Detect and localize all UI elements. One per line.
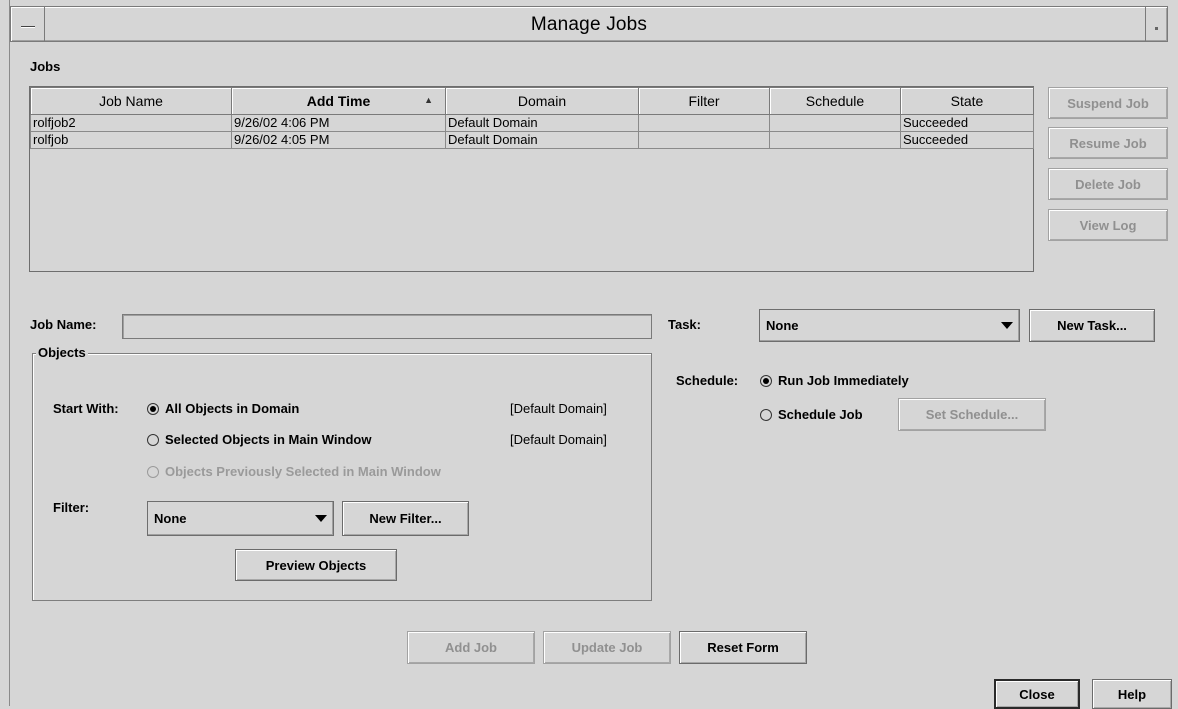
radio-run-immediately[interactable]: Run Job Immediately bbox=[760, 373, 909, 388]
cell-filter bbox=[638, 114, 770, 132]
task-selected-value: None bbox=[766, 318, 799, 333]
filter-label: Filter: bbox=[53, 500, 90, 515]
task-label: Task: bbox=[668, 317, 701, 332]
cell-add-time: 9/26/02 4:05 PM bbox=[231, 131, 446, 149]
filter-dropdown[interactable]: None bbox=[147, 501, 334, 536]
preview-objects-button[interactable]: Preview Objects bbox=[235, 549, 397, 581]
help-button[interactable]: Help bbox=[1092, 679, 1172, 709]
cell-state: Succeeded bbox=[900, 131, 1034, 149]
radio-schedule-job-label: Schedule Job bbox=[778, 407, 863, 422]
radio-schedule-job[interactable]: Schedule Job bbox=[760, 407, 863, 422]
maximize-icon bbox=[1155, 27, 1158, 30]
jobs-section-label: Jobs bbox=[30, 59, 61, 74]
radio-selected-objects[interactable]: Selected Objects in Main Window bbox=[147, 432, 371, 447]
radio-selected-objects-label: Selected Objects in Main Window bbox=[165, 432, 372, 447]
chevron-down-icon bbox=[1001, 321, 1013, 329]
title-bar[interactable]: Manage Jobs bbox=[10, 6, 1168, 42]
objects-group-label: Objects bbox=[36, 345, 88, 360]
column-header-filter[interactable]: Filter bbox=[638, 87, 770, 115]
resume-job-button[interactable]: Resume Job bbox=[1048, 127, 1168, 159]
cell-state: Succeeded bbox=[900, 114, 1034, 132]
cell-domain: Default Domain bbox=[445, 131, 639, 149]
cell-add-time: 9/26/02 4:06 PM bbox=[231, 114, 446, 132]
radio-previously-selected[interactable]: Objects Previously Selected in Main Wind… bbox=[147, 464, 441, 479]
table-row[interactable]: rolfjob2 9/26/02 4:06 PM Default Domain … bbox=[30, 114, 1034, 132]
cell-job-name: rolfjob bbox=[30, 131, 232, 149]
radio-selected-icon bbox=[147, 402, 159, 415]
column-header-state[interactable]: State bbox=[900, 87, 1034, 115]
column-header-domain[interactable]: Domain bbox=[445, 87, 639, 115]
schedule-label: Schedule: bbox=[676, 373, 739, 388]
jobs-table[interactable]: Job Name Add Time ▲ Domain Filter Schedul… bbox=[29, 86, 1034, 272]
column-header-job-name[interactable]: Job Name bbox=[30, 87, 232, 115]
radio-run-immediately-label: Run Job Immediately bbox=[778, 373, 909, 388]
update-job-button[interactable]: Update Job bbox=[543, 631, 671, 664]
suspend-job-button[interactable]: Suspend Job bbox=[1048, 87, 1168, 119]
job-name-field[interactable] bbox=[122, 314, 652, 339]
column-header-schedule[interactable]: Schedule bbox=[769, 87, 901, 115]
radio-all-objects[interactable]: All Objects in Domain bbox=[147, 401, 299, 416]
radio-unselected-icon bbox=[147, 433, 159, 446]
filter-selected-value: None bbox=[154, 511, 187, 526]
cell-job-name: rolfjob2 bbox=[30, 114, 232, 132]
task-dropdown[interactable]: None bbox=[759, 309, 1020, 342]
window-left-edge bbox=[0, 0, 10, 706]
start-with-label: Start With: bbox=[53, 401, 119, 416]
radio-unselected-icon bbox=[760, 408, 772, 421]
reset-form-button[interactable]: Reset Form bbox=[679, 631, 807, 664]
window-maximize-button[interactable] bbox=[1145, 7, 1167, 41]
job-name-label: Job Name: bbox=[30, 317, 97, 332]
add-job-button[interactable]: Add Job bbox=[407, 631, 535, 664]
cell-schedule bbox=[769, 114, 901, 132]
new-filter-button[interactable]: New Filter... bbox=[342, 501, 469, 536]
all-objects-domain: [Default Domain] bbox=[510, 401, 607, 416]
cell-domain: Default Domain bbox=[445, 114, 639, 132]
selected-objects-domain: [Default Domain] bbox=[510, 432, 607, 447]
delete-job-button[interactable]: Delete Job bbox=[1048, 168, 1168, 200]
radio-previously-selected-label: Objects Previously Selected in Main Wind… bbox=[165, 464, 441, 479]
cell-filter bbox=[638, 131, 770, 149]
set-schedule-button[interactable]: Set Schedule... bbox=[898, 398, 1046, 431]
jobs-grid: Job Name Add Time ▲ Domain Filter Schedul… bbox=[30, 87, 1034, 149]
close-button[interactable]: Close bbox=[994, 679, 1080, 709]
radio-all-objects-label: All Objects in Domain bbox=[165, 401, 300, 416]
table-row[interactable]: rolfjob 9/26/02 4:05 PM Default Domain S… bbox=[30, 131, 1034, 149]
radio-selected-icon bbox=[760, 374, 772, 387]
view-log-button[interactable]: View Log bbox=[1048, 209, 1168, 241]
sort-ascending-icon: ▲ bbox=[424, 95, 433, 105]
radio-unselected-icon bbox=[147, 465, 159, 478]
chevron-down-icon bbox=[315, 514, 327, 522]
cell-schedule bbox=[769, 131, 901, 149]
column-header-label: Add Time bbox=[306, 93, 371, 109]
new-task-button[interactable]: New Task... bbox=[1029, 309, 1155, 342]
column-header-add-time[interactable]: Add Time ▲ bbox=[231, 87, 446, 115]
window-title: Manage Jobs bbox=[530, 14, 648, 35]
table-header-row: Job Name Add Time ▲ Domain Filter Schedul… bbox=[30, 87, 1034, 115]
